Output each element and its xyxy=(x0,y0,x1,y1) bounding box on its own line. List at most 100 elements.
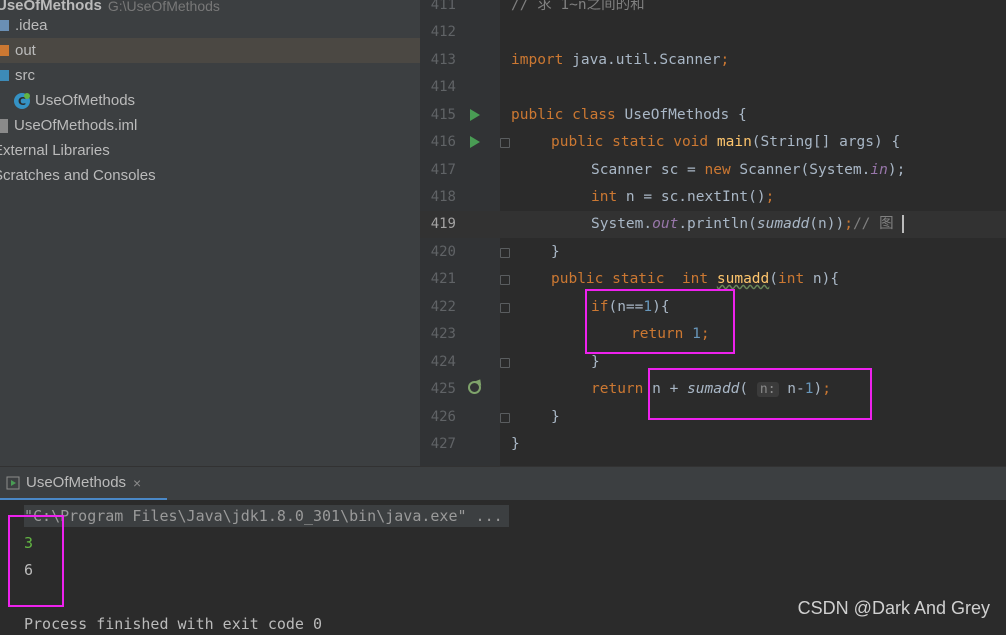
run-tool-window-header: UseOfMethods × xyxy=(0,466,1006,501)
code-token: } xyxy=(591,354,600,370)
fold-icon[interactable] xyxy=(500,275,510,285)
fold-icon[interactable] xyxy=(500,138,510,148)
line-number: 417 xyxy=(430,162,456,178)
line-number: 416 xyxy=(430,134,456,150)
code-token: } xyxy=(511,436,520,452)
code-line: 415 public class UseOfMethods { xyxy=(420,102,1006,129)
tree-item-label: out xyxy=(15,42,36,59)
code-token: new xyxy=(704,162,740,178)
code-token: } xyxy=(551,244,560,260)
tree-item-label: UseOfMethods.iml xyxy=(14,117,138,134)
tree-item-external-libraries[interactable]: External Libraries xyxy=(0,138,413,163)
code-token: public static void xyxy=(551,134,717,150)
line-number: 415 xyxy=(430,107,456,123)
line-number: 414 xyxy=(430,79,456,95)
line-number: 418 xyxy=(430,189,456,205)
tree-item-iml[interactable]: UseOfMethods.iml xyxy=(0,113,420,138)
code-token: ); xyxy=(887,162,906,178)
code-token: ; xyxy=(844,216,853,232)
code-token: in xyxy=(870,162,888,178)
run-tab-label: UseOfMethods xyxy=(26,474,127,491)
run-main-icon[interactable] xyxy=(470,136,480,148)
code-token: n = sc.nextInt() xyxy=(625,189,766,205)
recursive-call-icon[interactable] xyxy=(468,381,481,394)
code-token: (String[] args) { xyxy=(751,134,901,150)
run-tab[interactable]: UseOfMethods × xyxy=(0,467,167,501)
close-icon[interactable]: × xyxy=(133,475,141,491)
tree-item-src[interactable]: src xyxy=(0,63,420,88)
code-token: public static int xyxy=(551,271,717,287)
fold-icon[interactable] xyxy=(500,248,510,258)
highlight-recursive-call xyxy=(648,368,872,420)
highlight-base-case xyxy=(585,289,735,354)
line-number: 426 xyxy=(430,409,456,425)
code-token: System. xyxy=(591,216,653,232)
line-number: 424 xyxy=(430,354,456,370)
code-comment: // 求 1~n之间的和 xyxy=(511,0,645,13)
code-line: 416 public static void main(String[] arg… xyxy=(420,129,1006,156)
code-line: 411 // 求 1~n之间的和 xyxy=(420,0,1006,19)
code-line: 418 int n = sc.nextInt(); xyxy=(420,184,1006,211)
tree-item-idea[interactable]: .idea xyxy=(0,13,420,38)
code-token: main xyxy=(716,134,752,150)
code-token: ; xyxy=(765,189,775,205)
code-line: 427 } xyxy=(420,431,1006,458)
line-number: 419 xyxy=(430,216,456,232)
line-number: 427 xyxy=(430,436,456,452)
highlight-console-io xyxy=(8,515,64,607)
tree-item-useofmethods-class[interactable]: C UseOfMethods xyxy=(0,88,420,113)
code-token: return xyxy=(591,381,653,397)
code-line: 412 xyxy=(420,19,1006,46)
tree-item-label: src xyxy=(15,67,35,84)
code-comment: // 图 xyxy=(852,216,894,232)
run-class-icon[interactable] xyxy=(470,109,480,121)
code-token: public class xyxy=(511,107,625,123)
fold-icon[interactable] xyxy=(500,358,510,368)
tree-item-label: .idea xyxy=(15,17,48,34)
console-exit-message: Process finished with exit code 0 xyxy=(24,615,323,633)
code-line: 414 xyxy=(420,74,1006,101)
line-number: 420 xyxy=(430,244,456,260)
console-command-line: "C:\Program Files\Java\jdk1.8.0_301\bin\… xyxy=(24,505,509,527)
project-tree: UseOfMethods G:\UseOfMethods .idea out s… xyxy=(0,0,420,466)
watermark: CSDN @Dark And Grey xyxy=(797,598,990,618)
code-token: .println( xyxy=(678,216,757,232)
code-token: out xyxy=(652,216,679,232)
java-class-icon: C xyxy=(14,92,30,109)
code-token: UseOfMethods { xyxy=(624,107,747,123)
root-path: G:\UseOfMethods xyxy=(107,0,220,14)
tree-item-label: UseOfMethods xyxy=(35,92,136,109)
line-number: 423 xyxy=(430,326,456,342)
code-token: int xyxy=(591,189,626,205)
code-token: n){ xyxy=(812,271,840,287)
run-config-icon xyxy=(6,476,20,489)
folder-icon xyxy=(0,20,9,31)
line-number: 425 xyxy=(430,381,456,397)
root-name: UseOfMethods xyxy=(0,0,102,14)
line-number: 411 xyxy=(430,0,456,13)
code-token: } xyxy=(551,409,560,425)
line-number: 422 xyxy=(430,299,456,315)
folder-excluded-icon xyxy=(0,45,9,56)
tree-item-scratches[interactable]: Scratches and Consoles xyxy=(0,163,413,188)
tree-item-label: Scratches and Consoles xyxy=(0,167,156,184)
fold-icon[interactable] xyxy=(500,413,510,423)
code-token: import xyxy=(511,52,564,68)
source-folder-icon xyxy=(0,70,9,81)
code-token: Scanner sc = xyxy=(591,162,705,178)
code-line: 413 import java.util.Scanner; xyxy=(420,47,1006,74)
code-token: sumadd xyxy=(716,271,770,287)
line-number: 421 xyxy=(430,271,456,287)
tree-item-label: External Libraries xyxy=(0,142,110,159)
code-token: int xyxy=(778,271,813,287)
text-caret xyxy=(901,215,904,233)
code-line-current: 419 System.out.println(sumadd(n));// 图 xyxy=(420,211,1006,238)
code-token: ( xyxy=(769,271,778,287)
code-line: 420 } xyxy=(420,239,1006,266)
line-number: 412 xyxy=(430,24,456,40)
code-token: sumadd xyxy=(756,216,810,232)
module-file-icon xyxy=(0,118,8,133)
fold-icon[interactable] xyxy=(500,303,510,313)
code-line: 417 Scanner sc = new Scanner(System.in); xyxy=(420,157,1006,184)
tree-item-out[interactable]: out xyxy=(0,38,420,63)
